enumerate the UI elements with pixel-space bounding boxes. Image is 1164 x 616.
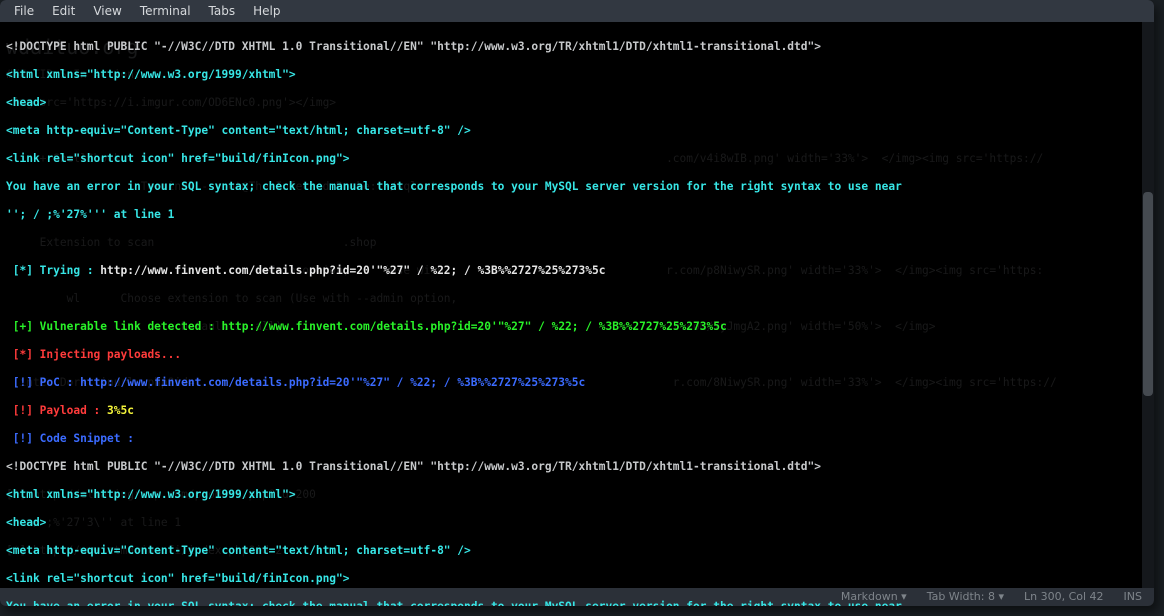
terminal-output[interactable]: <!DOCTYPE html PUBLIC "-//W3C//DTD XHTML… <box>0 22 1140 606</box>
snippet-line: [!] Code Snippet : <box>6 432 1134 446</box>
link-line-2: <link rel="shortcut icon" href="build/fi… <box>6 572 1134 586</box>
menu-view[interactable]: View <box>85 2 129 20</box>
doctype-line: <!DOCTYPE html PUBLIC "-//W3C//DTD XHTML… <box>6 40 1134 54</box>
poc-line-1: [!] PoC : http://www.finvent.com/details… <box>6 376 1134 390</box>
html-ns-line: <html xmlns="http://www.w3.org/1999/xhtm… <box>6 68 1134 82</box>
menu-edit[interactable]: Edit <box>44 2 83 20</box>
link-line: <link rel="shortcut icon" href="build/fi… <box>6 152 1134 166</box>
vertical-scrollbar[interactable] <box>1142 22 1154 588</box>
menu-tabs[interactable]: Tabs <box>201 2 244 20</box>
meta-line-2: <meta http-equiv="Content-Type" content=… <box>6 544 1134 558</box>
menu-terminal[interactable]: Terminal <box>132 2 199 20</box>
menubar: File Edit View Terminal Tabs Help <box>0 0 1154 22</box>
injecting-line: [*] Injecting payloads... <box>6 348 1134 362</box>
sql-error-line: You have an error in your SQL syntax; ch… <box>6 180 1134 194</box>
scrollbar-thumb[interactable] <box>1143 192 1153 396</box>
trying-line-1: [*] Trying : http://www.finvent.com/deta… <box>6 264 1134 278</box>
menu-file[interactable]: File <box>6 2 42 20</box>
sql-error-line-2: You have an error in your SQL syntax; ch… <box>6 600 1134 606</box>
head-line-2: <head> <box>6 516 1134 530</box>
meta-line: <meta http-equiv="Content-Type" content=… <box>6 124 1134 138</box>
payload-line-1: [!] Payload : 3%5c <box>6 404 1134 418</box>
doctype-line-2: <!DOCTYPE html PUBLIC "-//W3C//DTD XHTML… <box>6 460 1134 474</box>
vulnerable-line-1: [+] Vulnerable link detected : http://ww… <box>6 320 1134 334</box>
head-line: <head> <box>6 96 1134 110</box>
menu-help[interactable]: Help <box>245 2 288 20</box>
sql-error-tail: ''; / ;%'27%''' at line 1 <box>6 208 1134 222</box>
terminal-window: File Edit View Terminal Tabs Help wdaitu… <box>0 0 1154 606</box>
html-ns-line-2: <html xmlns="http://www.w3.org/1999/xhtm… <box>6 488 1134 502</box>
